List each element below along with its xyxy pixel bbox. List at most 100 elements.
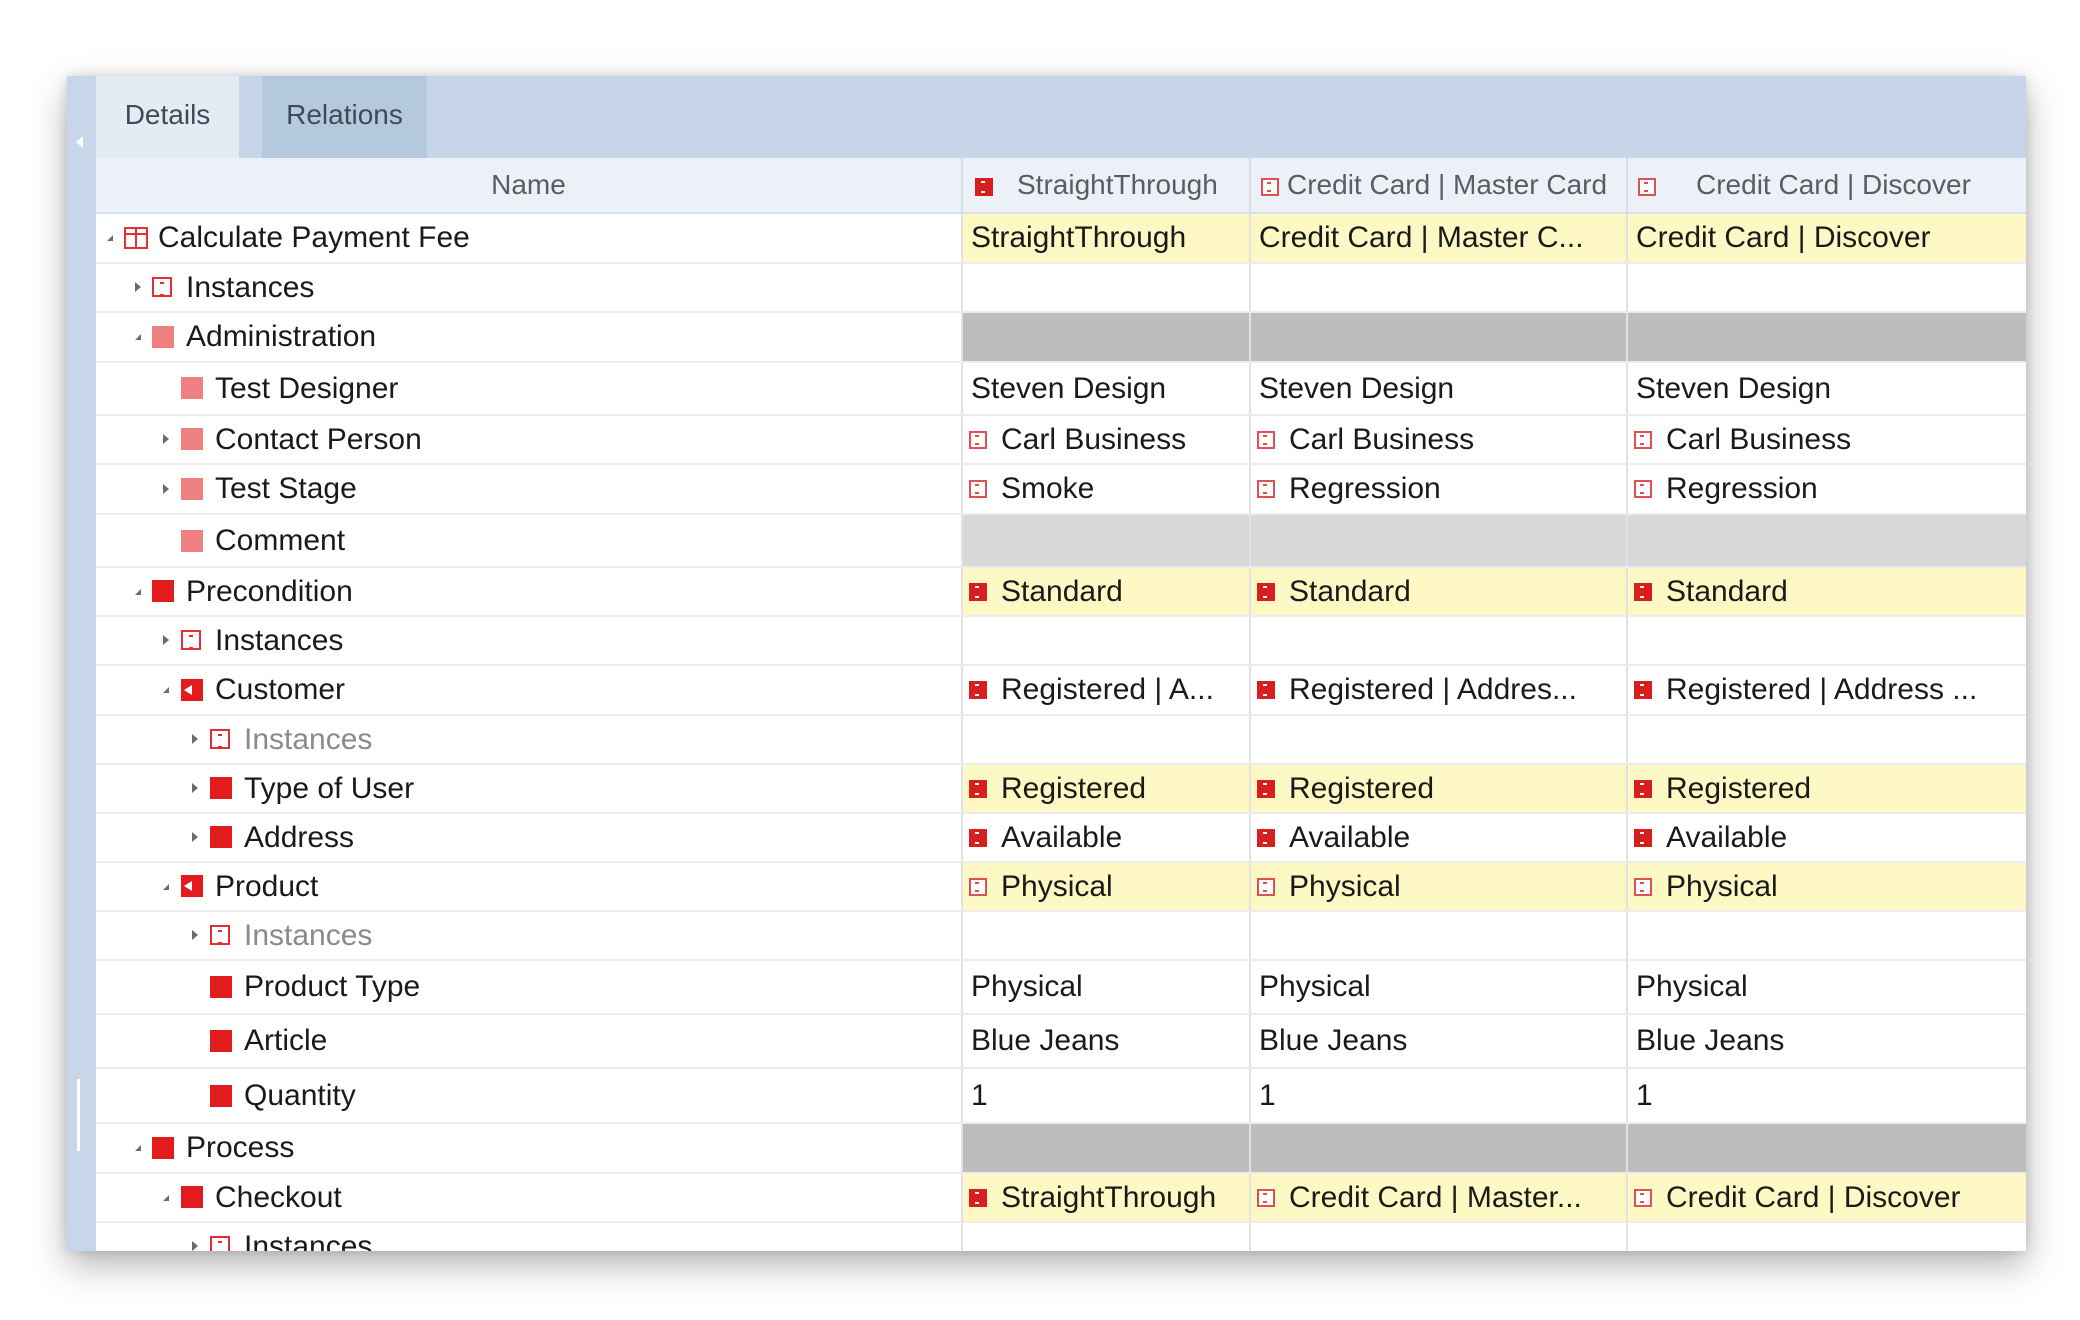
value-cell[interactable]: Blue Jeans bbox=[1251, 1015, 1626, 1067]
value-cell[interactable] bbox=[963, 1124, 1249, 1172]
value-cell[interactable]: Credit Card | Master... bbox=[1251, 1174, 1626, 1221]
value-cell[interactable]: Registered bbox=[963, 765, 1249, 812]
side-panel-strip[interactable] bbox=[67, 76, 96, 1251]
table-row[interactable]: Comment bbox=[96, 515, 2026, 568]
table-row[interactable]: Instances bbox=[96, 716, 2026, 765]
expand-arrow-icon[interactable] bbox=[163, 1195, 169, 1201]
value-cell[interactable]: Physical bbox=[1251, 863, 1626, 910]
value-cell[interactable]: Carl Business bbox=[1251, 416, 1626, 463]
value-cell[interactable]: Registered | Address ... bbox=[1628, 666, 2026, 714]
value-cell[interactable]: Physical bbox=[963, 863, 1249, 910]
value-cell[interactable]: 1 bbox=[1251, 1069, 1626, 1122]
value-cell[interactable]: Physical bbox=[963, 961, 1249, 1013]
value-cell[interactable]: Registered bbox=[1628, 765, 2026, 812]
expand-arrow-icon[interactable] bbox=[163, 635, 169, 645]
expand-arrow-icon[interactable] bbox=[192, 930, 198, 940]
table-row[interactable]: Test Designer Steven Design Steven Desig… bbox=[96, 363, 2026, 416]
value-cell[interactable]: Credit Card | Master C... bbox=[1251, 214, 1626, 262]
value-cell[interactable]: Standard bbox=[963, 568, 1249, 615]
value-cell[interactable]: 1 bbox=[1628, 1069, 2026, 1122]
expand-arrow-icon[interactable] bbox=[135, 334, 141, 340]
cell-value: Available bbox=[1001, 820, 1123, 854]
value-cell[interactable]: Standard bbox=[1628, 568, 2026, 615]
table-row[interactable]: Contact Person Carl Business Carl Busine… bbox=[96, 416, 2026, 465]
value-cell[interactable]: Available bbox=[963, 814, 1249, 861]
expand-arrow-icon[interactable] bbox=[107, 235, 113, 241]
table-row[interactable]: Calculate Payment Fee StraightThrough Cr… bbox=[96, 214, 2026, 264]
table-row[interactable]: Instances bbox=[96, 617, 2026, 666]
value-cell[interactable]: StraightThrough bbox=[963, 1174, 1249, 1221]
value-cell[interactable] bbox=[1628, 515, 2026, 566]
table-row[interactable]: Address Available Available Available bbox=[96, 814, 2026, 863]
value-cell[interactable]: Registered bbox=[1251, 765, 1626, 812]
expand-arrow-icon[interactable] bbox=[192, 1241, 198, 1251]
table-row[interactable]: Product Type Physical Physical Physical bbox=[96, 961, 2026, 1015]
table-row[interactable]: Test Stage Smoke Regression Regression bbox=[96, 465, 2026, 515]
value-cell[interactable]: Registered | A... bbox=[963, 666, 1249, 714]
table-row[interactable]: Process bbox=[96, 1124, 2026, 1174]
expand-arrow-icon[interactable] bbox=[135, 282, 141, 292]
value-cell[interactable]: Regression bbox=[1628, 465, 2026, 513]
expand-arrow-icon[interactable] bbox=[163, 484, 169, 494]
tab-relations[interactable]: Relations bbox=[262, 76, 427, 158]
value-cell[interactable]: StraightThrough bbox=[963, 214, 1249, 262]
value-cell[interactable]: Steven Design bbox=[1628, 363, 2026, 414]
value-cell[interactable]: Registered | Addres... bbox=[1251, 666, 1626, 714]
cell-divider bbox=[1626, 765, 1628, 812]
value-cell[interactable]: Physical bbox=[1251, 961, 1626, 1013]
table-row[interactable]: Administration bbox=[96, 313, 2026, 363]
column-header-label: Credit Card | Discover bbox=[1696, 169, 1971, 200]
table-row[interactable]: Quantity 1 1 1 bbox=[96, 1069, 2026, 1124]
value-cell[interactable] bbox=[1251, 1124, 1626, 1172]
value-cell[interactable]: Available bbox=[1251, 814, 1626, 861]
value-cell[interactable]: Physical bbox=[1628, 863, 2026, 910]
table-row[interactable]: Instances bbox=[96, 1223, 2026, 1251]
column-header-straightthrough[interactable]: StraightThrough bbox=[963, 158, 1249, 212]
value-cell[interactable]: Available bbox=[1628, 814, 2026, 861]
value-cell[interactable]: 1 bbox=[963, 1069, 1249, 1122]
expand-arrow-icon[interactable] bbox=[163, 884, 169, 890]
expand-arrow-icon[interactable] bbox=[163, 687, 169, 693]
collapse-arrow-icon[interactable] bbox=[76, 136, 83, 148]
value-cell[interactable]: Regression bbox=[1251, 465, 1626, 513]
tab-details[interactable]: Details bbox=[96, 76, 239, 158]
table-row[interactable]: Type of User Registered Registered Regis… bbox=[96, 765, 2026, 814]
value-cell[interactable]: Steven Design bbox=[1251, 363, 1626, 414]
expand-arrow-icon[interactable] bbox=[135, 1145, 141, 1151]
value-cell[interactable]: Blue Jeans bbox=[1628, 1015, 2026, 1067]
cell-divider bbox=[1249, 1069, 1251, 1122]
expand-arrow-icon[interactable] bbox=[163, 434, 169, 444]
value-cell[interactable]: Credit Card | Discover bbox=[1628, 214, 2026, 262]
cell-value: Registered bbox=[1289, 771, 1435, 805]
value-cell[interactable]: Standard bbox=[1251, 568, 1626, 615]
value-cell[interactable] bbox=[963, 313, 1249, 361]
expand-arrow-icon[interactable] bbox=[135, 589, 141, 595]
table-row[interactable]: Customer Registered | A... Registered | … bbox=[96, 666, 2026, 716]
table-row[interactable]: Product Physical Physical Physical bbox=[96, 863, 2026, 912]
value-cell[interactable]: Carl Business bbox=[1628, 416, 2026, 463]
value-cell[interactable] bbox=[963, 515, 1249, 566]
value-cell[interactable] bbox=[1251, 313, 1626, 361]
column-header-name[interactable]: Name bbox=[96, 158, 961, 212]
table-row[interactable]: Precondition Standard Standard Standard bbox=[96, 568, 2026, 617]
table-row[interactable]: Article Blue Jeans Blue Jeans Blue Jeans bbox=[96, 1015, 2026, 1069]
value-cell[interactable]: Blue Jeans bbox=[963, 1015, 1249, 1067]
expand-arrow-icon[interactable] bbox=[192, 783, 198, 793]
value-cell[interactable] bbox=[1251, 515, 1626, 566]
table-row[interactable]: Instances bbox=[96, 912, 2026, 961]
expand-arrow-icon[interactable] bbox=[192, 734, 198, 744]
column-header-discover[interactable]: Credit Card | Discover bbox=[1628, 158, 2026, 212]
table-row[interactable]: Checkout StraightThrough Credit Card | M… bbox=[96, 1174, 2026, 1223]
column-header-master-card[interactable]: Credit Card | Master Card bbox=[1251, 158, 1626, 212]
cell-divider bbox=[1626, 1069, 1628, 1122]
value-cell[interactable]: Credit Card | Discover bbox=[1628, 1174, 2026, 1221]
value-cell[interactable]: Physical bbox=[1628, 961, 2026, 1013]
table-row[interactable]: Instances bbox=[96, 264, 2026, 313]
resize-grip[interactable] bbox=[77, 1079, 80, 1151]
value-cell[interactable]: Steven Design bbox=[963, 363, 1249, 414]
value-cell[interactable] bbox=[1628, 313, 2026, 361]
value-cell[interactable] bbox=[1628, 1124, 2026, 1172]
value-cell[interactable]: Carl Business bbox=[963, 416, 1249, 463]
value-cell[interactable]: Smoke bbox=[963, 465, 1249, 513]
expand-arrow-icon[interactable] bbox=[192, 832, 198, 842]
